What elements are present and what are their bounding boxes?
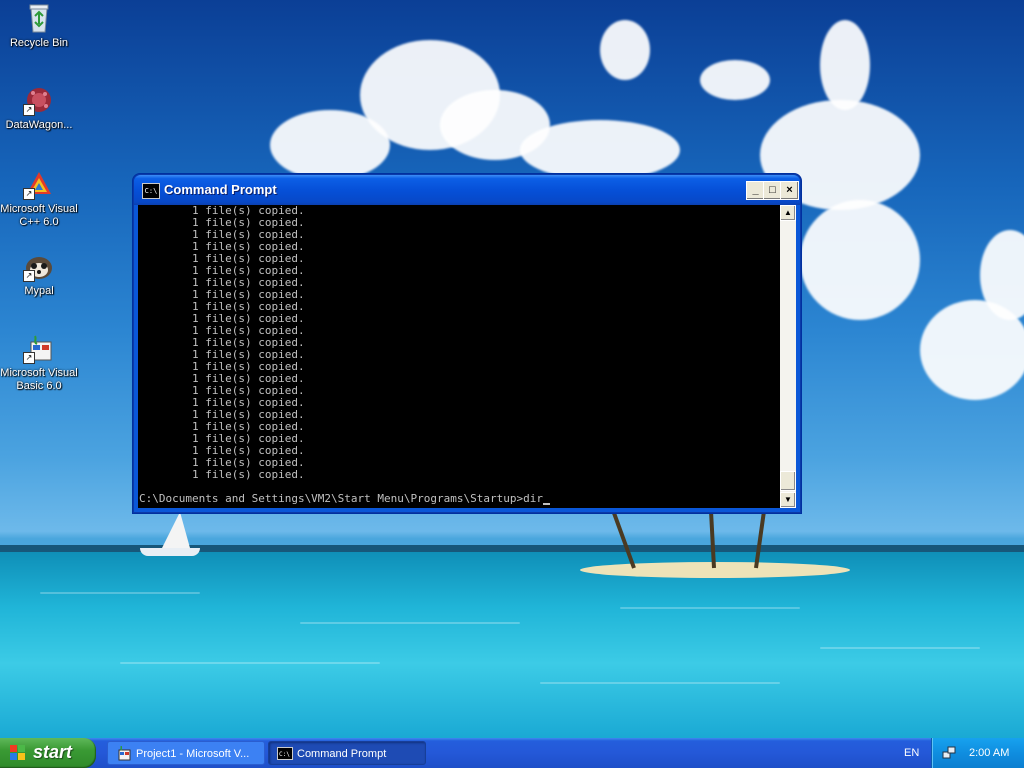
vertical-scrollbar[interactable]: ▲ ▼ [780, 205, 796, 508]
shortcut-arrow-icon: ↗ [23, 188, 35, 200]
desktop-icon-label: Microsoft Visual Basic 6.0 [0, 367, 78, 392]
desktop-icon-label: Microsoft Visual C++ 6.0 [0, 203, 78, 228]
console-line: 1 file(s) copied. [139, 468, 305, 481]
shortcut-arrow-icon: ↗ [23, 352, 35, 364]
taskbar: start Project1 - Microsoft V... C:\ Comm… [0, 738, 1024, 768]
cloud [820, 20, 870, 110]
visual-basic-icon [116, 745, 132, 761]
arrow-up-icon: ▲ [784, 208, 792, 217]
system-tray: 2:00 AM [931, 738, 1024, 768]
taskbar-item-label: Command Prompt [297, 748, 387, 760]
shortcut-arrow-icon: ↗ [23, 104, 35, 116]
command-prompt-icon: C:\ [277, 746, 293, 761]
close-button[interactable]: × [780, 181, 799, 200]
close-icon: × [786, 184, 793, 196]
windows-logo-icon [10, 745, 26, 761]
console-prompt-line[interactable]: C:\Documents and Settings\VM2\Start Menu… [138, 493, 780, 505]
clock[interactable]: 2:00 AM [969, 738, 1009, 768]
sailboat [162, 512, 190, 548]
recycle-bin-icon [23, 2, 55, 34]
desktop-icon-recycle-bin[interactable]: Recycle Bin [0, 2, 78, 50]
network-icon[interactable] [942, 746, 956, 760]
command-prompt-icon[interactable]: C:\ [142, 183, 160, 199]
scroll-up-button[interactable]: ▲ [780, 205, 796, 221]
window-title: Command Prompt [164, 182, 277, 197]
minimize-icon: _ [752, 184, 759, 196]
desktop-icon-label: DataWagon... [5, 119, 73, 131]
maximize-icon: □ [769, 184, 776, 196]
desktop-icon-visual-cpp[interactable]: ↗ Microsoft Visual C++ 6.0 [0, 168, 78, 229]
command-prompt-window[interactable]: C:\ Command Prompt _ □ × 1 file(s) copie… [133, 174, 801, 513]
language-indicator[interactable]: EN [904, 738, 919, 768]
taskbar-item-label: Project1 - Microsoft V... [136, 748, 250, 760]
cloud [600, 20, 650, 80]
desktop-icon-mypal[interactable]: ↗ Mypal [0, 250, 78, 298]
arrow-down-icon: ▼ [784, 495, 792, 504]
scroll-down-button[interactable]: ▼ [780, 492, 796, 508]
visual-cpp-icon: ↗ [23, 168, 55, 200]
mypal-icon: ↗ [23, 250, 55, 282]
svg-text:C:\: C:\ [279, 751, 290, 758]
taskbar-item-command-prompt[interactable]: C:\ Command Prompt [268, 741, 426, 765]
text-cursor [542, 503, 550, 505]
start-button[interactable]: start [0, 738, 96, 768]
taskbar-item-project1[interactable]: Project1 - Microsoft V... [107, 741, 265, 765]
console-output[interactable]: 1 file(s) copied. 1 file(s) copied. 1 fi… [138, 205, 780, 508]
shortcut-arrow-icon: ↗ [23, 270, 35, 282]
cloud [520, 120, 680, 180]
desktop-icon-visual-basic[interactable]: ↗ Microsoft Visual Basic 6.0 [0, 332, 78, 393]
console-prompt: C:\Documents and Settings\VM2\Start Menu… [139, 492, 543, 505]
desktop-icon-label: Recycle Bin [9, 37, 69, 49]
window-titlebar[interactable]: C:\ Command Prompt _ □ × [134, 175, 800, 205]
scroll-thumb[interactable] [780, 471, 796, 491]
visual-basic-icon: ↗ [23, 332, 55, 364]
sailboat-hull [140, 548, 200, 556]
desktop-icon-datawagon[interactable]: ↗ DataWagon... [0, 84, 78, 132]
sea [0, 552, 1024, 738]
cloud [700, 60, 770, 100]
datawagon-icon: ↗ [23, 84, 55, 116]
start-label: start [33, 742, 73, 762]
desktop-icon-label: Mypal [24, 285, 54, 297]
cloud [800, 200, 920, 320]
